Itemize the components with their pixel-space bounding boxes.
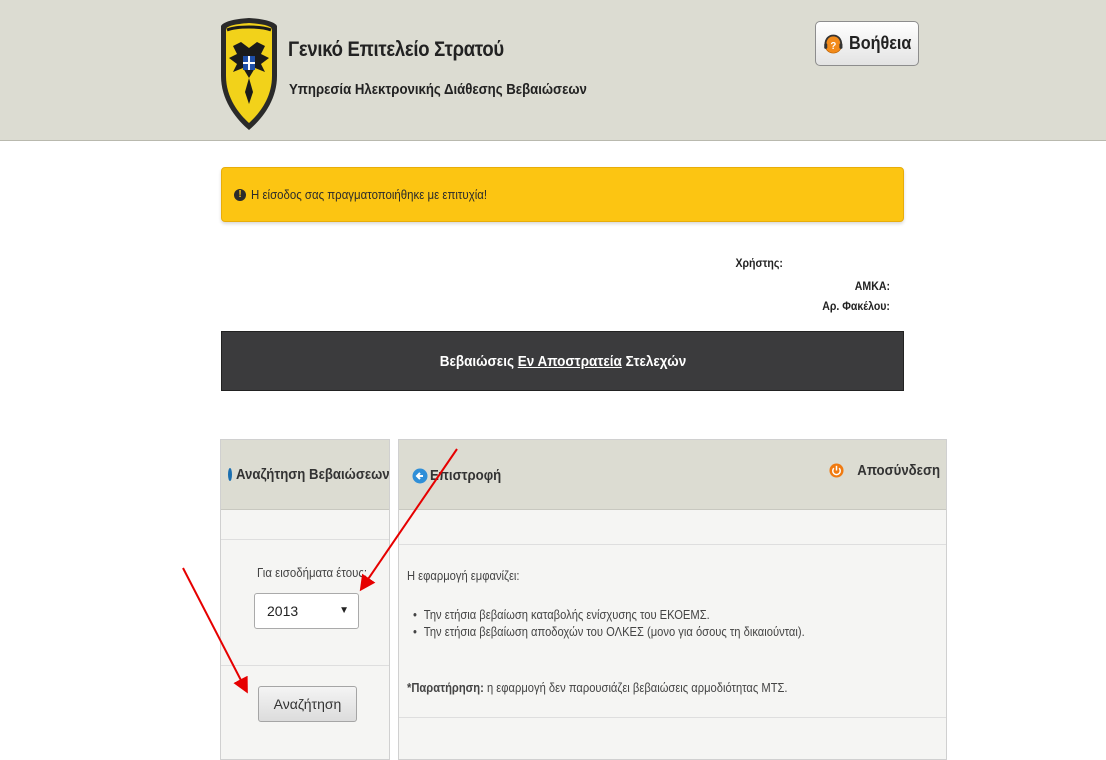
search-panel: Αναζήτηση Βεβαιώσεων Για εισοδήματα έτου… xyxy=(220,439,390,760)
alert-message: Η είσοδος σας πραγματοποιήθηκε με επιτυχ… xyxy=(251,187,488,202)
dropdown-caret-icon: ▼ xyxy=(339,605,349,616)
info-icon: ! xyxy=(234,188,246,201)
file-number-label: Αρ. Φακέλου: xyxy=(822,299,890,313)
note-label: *Παρατήρηση: xyxy=(407,680,484,695)
search-panel-title: Αναζήτηση Βεβαιώσεων xyxy=(236,466,390,483)
site-title: Γενικό Επιτελείο Στρατού xyxy=(288,38,504,61)
search-button[interactable]: Αναζήτηση xyxy=(258,686,357,722)
info-panel: Επιστροφή Αποσύνδεση Η εφαρμογή εμφανίζε… xyxy=(398,439,947,760)
back-link[interactable]: Επιστροφή xyxy=(412,467,511,484)
list-item: • Την ετήσια βεβαίωση αποδοχών του ΟΛΚΕΣ … xyxy=(413,624,805,639)
back-arrow-icon xyxy=(412,468,428,483)
success-alert: ! Η είσοδος σας πραγματοποιήθηκε με επιτ… xyxy=(221,167,904,222)
back-label: Επιστροφή xyxy=(430,467,502,484)
site-header: Γενικό Επιτελείο Στρατού Υπηρεσία Ηλεκτρ… xyxy=(0,0,1106,141)
army-emblem-icon xyxy=(221,18,277,130)
info-panel-header: Επιστροφή Αποσύνδεση xyxy=(399,440,946,510)
list-item-text: Την ετήσια βεβαίωση αποδοχών του ΟΛΚΕΣ (… xyxy=(423,624,805,639)
help-question-icon: ? xyxy=(824,34,843,53)
help-button[interactable]: ? Βοήθεια xyxy=(815,21,919,66)
amka-label: ΑΜΚΑ: xyxy=(854,279,890,293)
user-label: Χρήστης: xyxy=(735,256,783,270)
svg-text:?: ? xyxy=(830,40,836,51)
logout-label: Αποσύνδεση xyxy=(857,462,940,479)
search-panel-header: Αναζήτηση Βεβαιώσεων xyxy=(221,440,390,510)
divider xyxy=(399,717,946,718)
list-item-text: Την ετήσια βεβαίωση καταβολής ενίσχυσης … xyxy=(423,607,710,622)
page-title: Βεβαιώσεις Εν Αποστρατεία Στελεχών xyxy=(439,353,686,370)
list-item: • Την ετήσια βεβαίωση καταβολής ενίσχυσης… xyxy=(413,607,710,622)
page-title-prefix: Βεβαιώσεις xyxy=(439,352,514,370)
year-label: Για εισοδήματα έτους: xyxy=(257,565,368,580)
page-title-link[interactable]: Εν Αποστρατεία xyxy=(517,353,621,370)
year-selected-value: 2013 xyxy=(267,603,299,619)
page-title-suffix: Στελεχών xyxy=(625,352,686,370)
help-label: Βοήθεια xyxy=(848,33,912,53)
note-text: η εφαρμογή δεν παρουσιάζει βεβαιώσεις αρ… xyxy=(486,680,788,695)
page-title-bar: Βεβαιώσεις Εν Αποστρατεία Στελεχών xyxy=(221,331,904,391)
divider xyxy=(221,665,389,666)
info-intro: Η εφαρμογή εμφανίζει: xyxy=(407,568,520,583)
power-icon xyxy=(829,463,844,478)
divider xyxy=(221,539,389,540)
logout-link[interactable]: Αποσύνδεση xyxy=(829,462,940,479)
refresh-icon xyxy=(228,468,232,481)
site-subtitle: Υπηρεσία Ηλεκτρονικής Διάθεσης Βεβαιώσεω… xyxy=(289,81,587,98)
note: *Παρατήρηση: η εφαρμογή δεν παρουσιάζει … xyxy=(407,680,788,695)
divider xyxy=(399,544,946,545)
year-select[interactable]: 2013 ▼ xyxy=(254,593,359,629)
